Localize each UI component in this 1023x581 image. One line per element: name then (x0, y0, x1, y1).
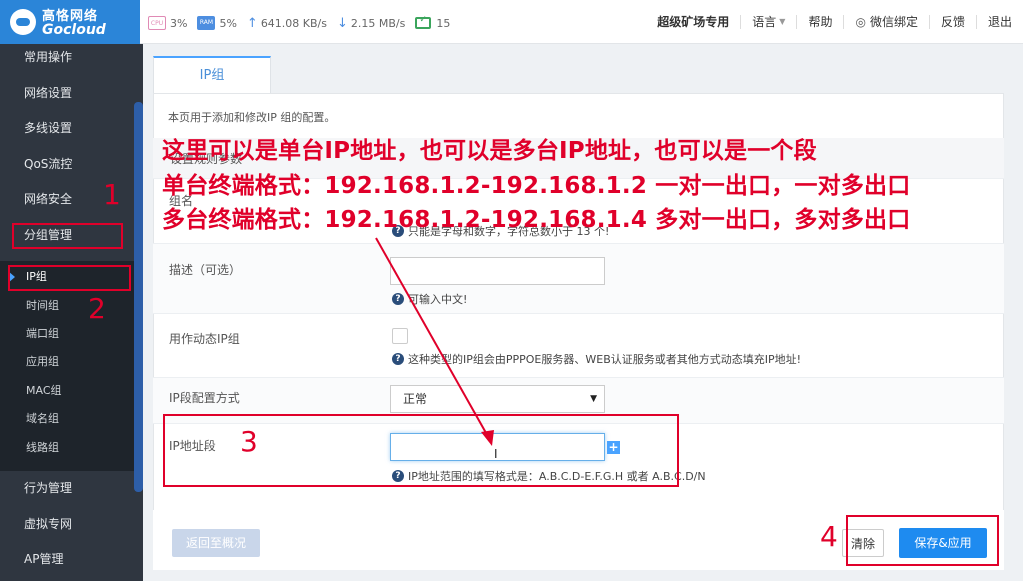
annotation-arrow (375, 237, 494, 446)
arrow-head (481, 430, 494, 446)
arrow-shaft (375, 237, 491, 441)
